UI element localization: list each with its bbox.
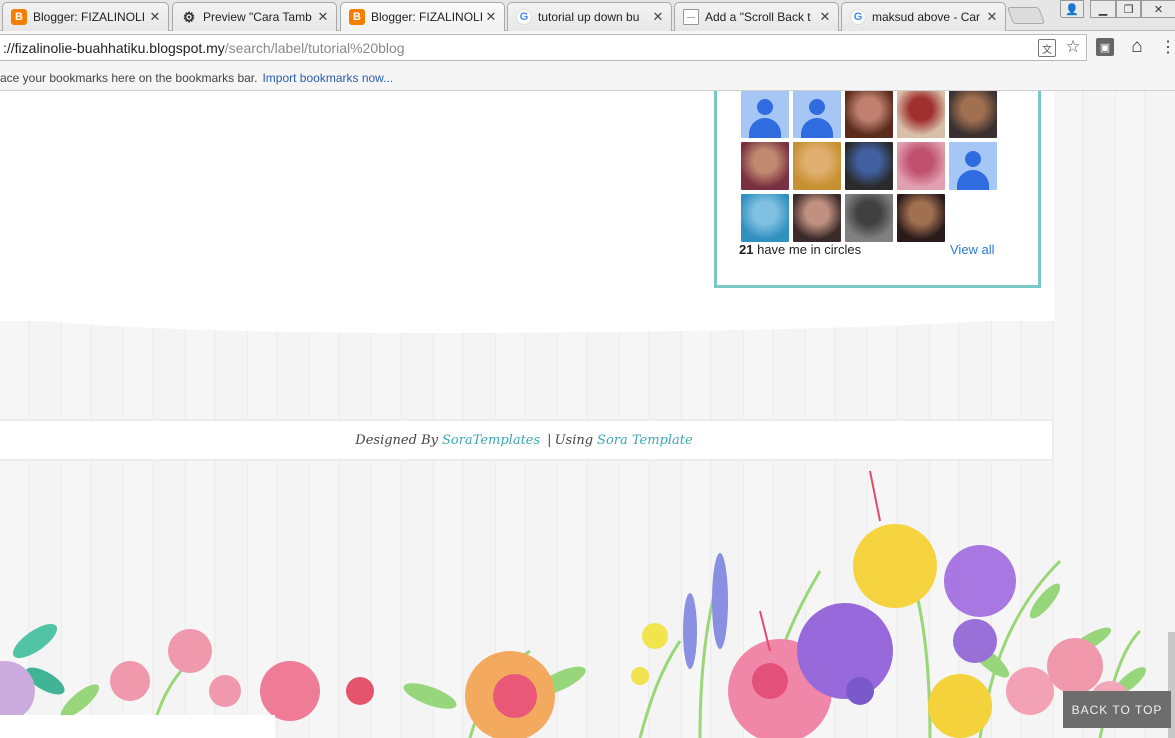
follower-avatar[interactable] bbox=[793, 194, 841, 242]
profile-icon[interactable]: 👤 bbox=[1060, 0, 1084, 18]
tab-label: Blogger: FIZALINOLI bbox=[371, 10, 484, 24]
sora-template-link[interactable]: Sora Template bbox=[597, 433, 693, 448]
address-bar[interactable]: ://fizalinolie-buahhatiku.blogspot.my/se… bbox=[0, 34, 1087, 61]
gplus-followers-widget: 21 have me in circles View all bbox=[714, 91, 1041, 288]
close-icon[interactable]: ✕ bbox=[484, 9, 498, 25]
menu-icon[interactable]: ⋮ bbox=[1160, 36, 1175, 58]
import-bookmarks-link[interactable]: Import bookmarks now... bbox=[262, 71, 393, 85]
default-avatar[interactable] bbox=[741, 91, 789, 138]
bookmarks-bar: ace your bookmarks here on the bookmarks… bbox=[0, 65, 1175, 91]
bottom-content-strip bbox=[0, 715, 275, 738]
home-icon[interactable]: ⌂ bbox=[1126, 36, 1148, 58]
blogger-icon: B bbox=[349, 9, 365, 25]
close-icon[interactable]: ✕ bbox=[148, 9, 162, 25]
default-avatar[interactable] bbox=[793, 91, 841, 138]
tab-blogger-1[interactable]: B Blogger: FIZALINOLI ✕ bbox=[2, 2, 169, 31]
google-icon: G bbox=[850, 9, 866, 25]
tab-label: Add a "Scroll Back t bbox=[705, 10, 811, 24]
extension-icon[interactable]: ▣ bbox=[1096, 38, 1114, 56]
default-avatar[interactable] bbox=[949, 142, 997, 190]
follower-avatar[interactable] bbox=[741, 142, 789, 190]
follower-avatar[interactable] bbox=[897, 142, 945, 190]
watercolor-flowers-decoration bbox=[0, 470, 1146, 738]
close-icon[interactable]: ✕ bbox=[316, 9, 330, 25]
new-tab-button[interactable] bbox=[1006, 7, 1046, 24]
cog-icon: ⚙ bbox=[182, 8, 196, 25]
close-icon[interactable]: ✕ bbox=[818, 9, 832, 25]
follower-avatar[interactable] bbox=[741, 194, 789, 242]
page-icon: — bbox=[683, 9, 699, 25]
restore-button[interactable]: ❐ bbox=[1116, 0, 1141, 18]
close-icon[interactable]: ✕ bbox=[985, 9, 999, 25]
tab-label: tutorial up down bu bbox=[538, 10, 640, 24]
soratemplates-link[interactable]: SoraTemplates bbox=[442, 433, 540, 448]
back-to-top-button[interactable]: BACK TO TOP bbox=[1063, 691, 1171, 728]
follower-avatar[interactable] bbox=[845, 194, 893, 242]
translate-icon[interactable]: 文 bbox=[1038, 39, 1056, 57]
follower-avatar[interactable] bbox=[845, 142, 893, 190]
follower-avatar[interactable] bbox=[897, 91, 945, 138]
blogger-icon: B bbox=[11, 9, 27, 25]
minimize-button[interactable]: ▁ bbox=[1090, 0, 1116, 18]
tab-strip: B Blogger: FIZALINOLI ✕ ⚙ Preview "Cara … bbox=[0, 0, 1175, 31]
follower-avatar[interactable] bbox=[897, 194, 945, 242]
bookmarks-hint: ace your bookmarks here on the bookmarks… bbox=[0, 70, 258, 85]
content-torn-edge bbox=[0, 311, 1054, 333]
tab-maksud[interactable]: G maksud above - Car ✕ bbox=[841, 2, 1006, 31]
toolbar: ://fizalinolie-buahhatiku.blogspot.my/se… bbox=[0, 31, 1175, 65]
using-text: Using bbox=[554, 432, 594, 448]
url-path: /search/label/tutorial%20blog bbox=[224, 39, 405, 56]
tab-label: Blogger: FIZALINOLI bbox=[33, 10, 146, 24]
circles-count: 21 have me in circles bbox=[739, 242, 861, 257]
url-host: ://fizalinolie-buahhatiku.blogspot.my bbox=[3, 39, 225, 56]
tab-preview[interactable]: ⚙ Preview "Cara Tamb ✕ bbox=[172, 2, 337, 31]
separator: | bbox=[547, 432, 552, 448]
follower-avatar[interactable] bbox=[845, 91, 893, 138]
close-icon[interactable]: ✕ bbox=[651, 9, 665, 25]
view-all-link[interactable]: View all bbox=[950, 242, 995, 257]
bookmark-star-icon[interactable]: ☆ bbox=[1063, 37, 1083, 57]
tab-label: maksud above - Car bbox=[872, 10, 981, 24]
circles-label: have me in circles bbox=[757, 242, 862, 257]
designed-by-text: Designed By bbox=[355, 432, 438, 448]
tab-scroll-back[interactable]: — Add a "Scroll Back t ✕ bbox=[674, 2, 839, 31]
tab-blogger-2[interactable]: B Blogger: FIZALINOLI ✕ bbox=[340, 2, 505, 31]
circles-number: 21 bbox=[739, 242, 754, 257]
page-viewport: 21 have me in circles View all Designed … bbox=[0, 91, 1175, 738]
tab-google-search[interactable]: G tutorial up down bu ✕ bbox=[507, 2, 672, 31]
google-icon: G bbox=[516, 9, 532, 25]
follower-avatar[interactable] bbox=[793, 142, 841, 190]
follower-avatar[interactable] bbox=[949, 91, 997, 138]
close-window-button[interactable]: ✕ bbox=[1141, 0, 1175, 18]
tab-label: Preview "Cara Tamb bbox=[203, 10, 312, 24]
